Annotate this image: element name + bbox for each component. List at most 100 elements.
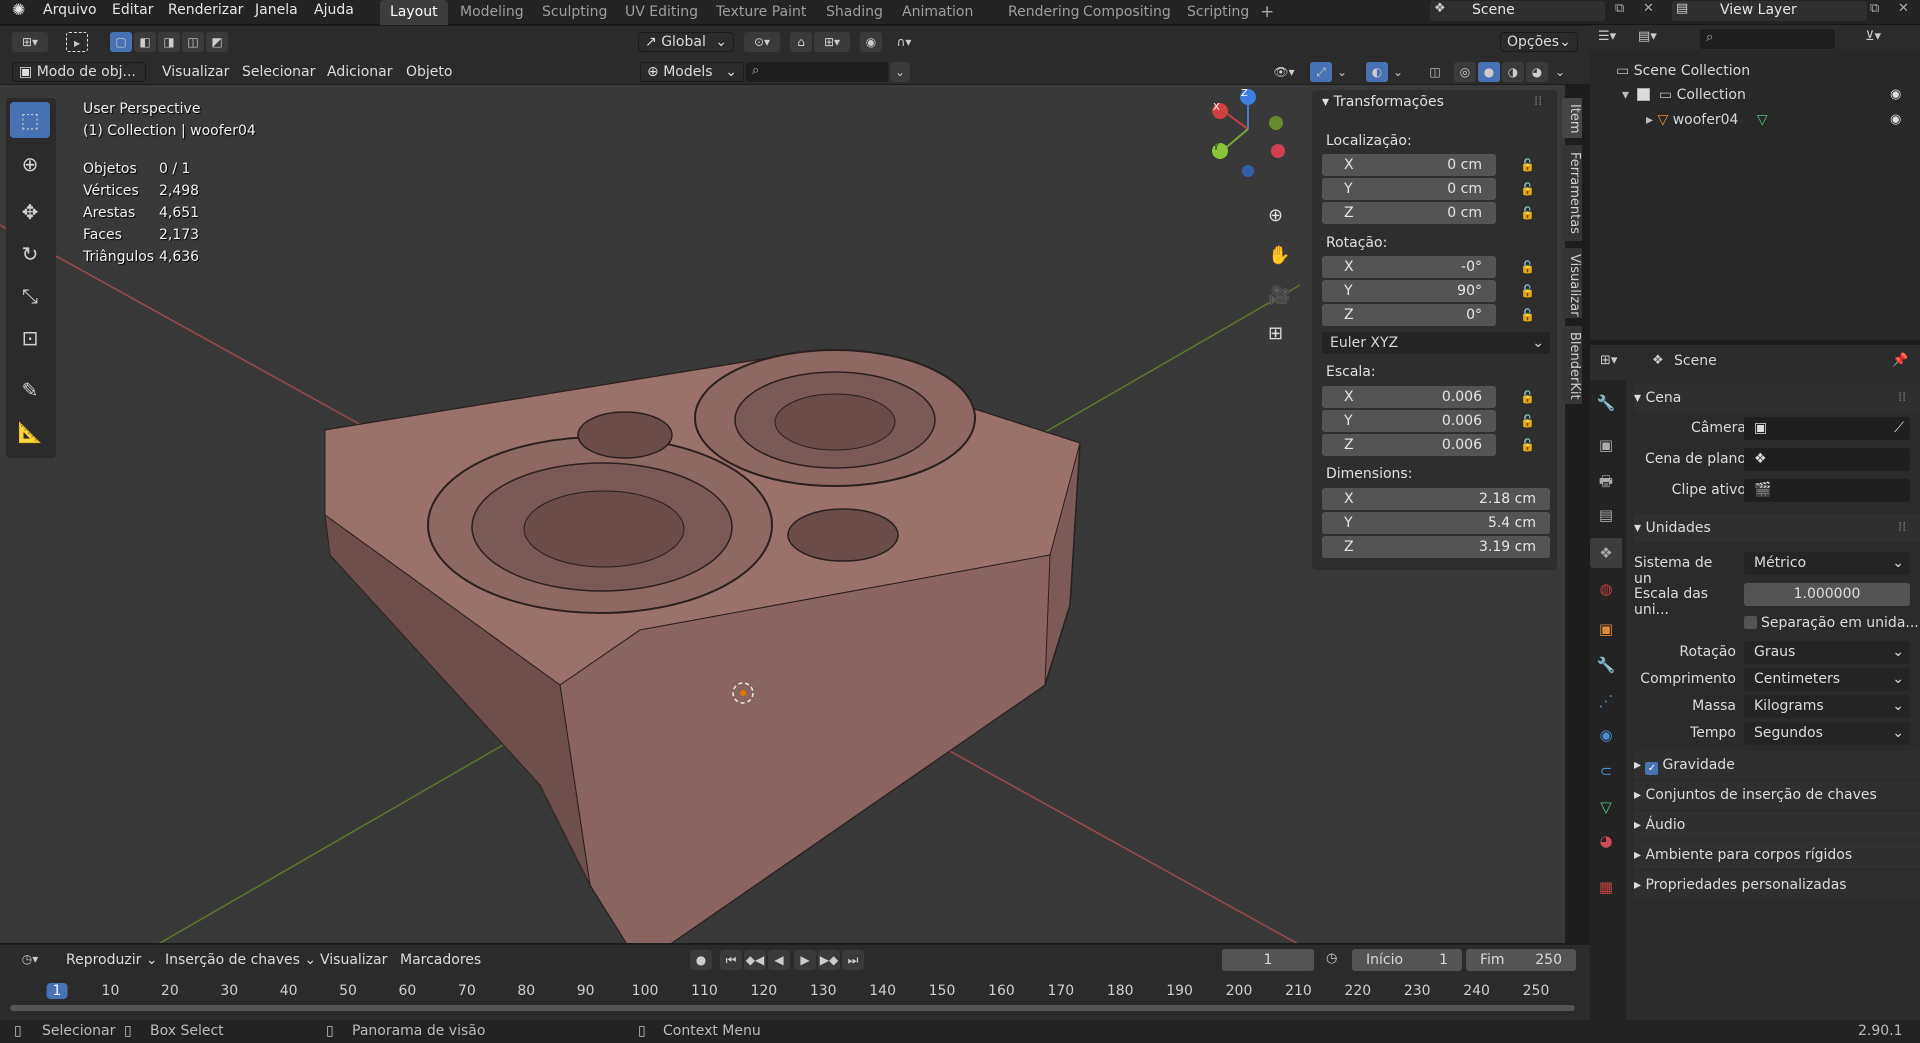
object-row[interactable]: ▸ ▽ woofer04 ▽ [1646,112,1768,128]
gravidade-section-header[interactable]: ▸ ✓ Gravidade [1634,751,1920,779]
frame-tick[interactable]: 110 [691,983,718,999]
object-props-icon[interactable]: ▣ [1590,614,1622,644]
lock-icon[interactable]: 🔓 [1520,182,1535,196]
frame-tick[interactable]: 30 [220,983,238,999]
material-props-icon[interactable]: ◕ [1590,826,1622,856]
tab-layout[interactable]: Layout [380,0,448,25]
collection-filter-dropdown[interactable]: ⊕ Models ⌄ [640,62,744,82]
pan-hand-icon[interactable]: ✋ [1268,245,1290,266]
menu-timeline-visualizar[interactable]: Visualizar [320,950,387,970]
scene-props-icon[interactable]: ❖ [1590,538,1622,568]
tab-rendering[interactable]: Rendering [1008,0,1080,25]
options-dropdown[interactable]: Opções ⌄ [1500,32,1578,52]
scale-z-field[interactable]: Z 0.006 [1322,434,1496,456]
rotation-x-field[interactable]: X -0° [1322,256,1496,278]
menu-ajuda[interactable]: Ajuda [314,0,354,25]
mode-dropdown[interactable]: ▣ Modo de obj... [12,62,146,82]
frame-tick[interactable]: 50 [339,983,357,999]
move-tool-icon[interactable]: ✥ [10,194,50,230]
editor-type-icon[interactable]: ⊞▾ [12,32,48,52]
mesh-data-icon[interactable]: ▽ [1757,112,1768,128]
render-props-icon[interactable]: ▣ [1590,430,1622,460]
proportional-edit-icon[interactable]: ◉ [860,32,882,52]
rotate-tool-icon[interactable]: ↻ [10,236,50,272]
transform-panel-header[interactable]: ▾ Transformações [1322,94,1444,110]
tab-animation[interactable]: Animation [902,0,973,25]
falloff-icon[interactable]: ∩▾ [886,32,922,52]
frame-tick[interactable]: 40 [280,983,298,999]
lock-icon[interactable]: 🔓 [1520,284,1535,298]
orientation-dropdown[interactable]: ↗ Global ⌄ [638,32,734,52]
view-layer-props-icon[interactable]: ▤ [1590,500,1622,530]
select-box-tool-icon[interactable]: ⬚ [10,102,50,138]
gizmo-x-label[interactable]: X [1213,102,1220,113]
scale-x-field[interactable]: X 0.006 [1322,386,1496,408]
select-subtract-icon[interactable]: ◨ [158,32,180,52]
overlays-icon[interactable]: ◐ [1366,62,1388,82]
tool-props-icon[interactable]: 🔧 [1590,388,1622,418]
select-invert-icon[interactable]: ◫ [182,32,204,52]
frame-tick[interactable]: 210 [1285,983,1312,999]
time-units-dropdown[interactable]: Segundos ⌄ [1744,722,1910,745]
frame-tick[interactable]: 70 [458,983,476,999]
frame-tick[interactable]: 90 [577,983,595,999]
end-frame-field[interactable]: Fim 250 [1466,949,1576,971]
current-frame-marker[interactable]: 1 [46,983,68,999]
chevron-down-icon[interactable]: ⌄ [1390,62,1406,82]
frame-tick[interactable]: 60 [399,983,417,999]
output-props-icon[interactable]: 🖶 [1590,466,1622,496]
wireframe-shading-icon[interactable]: ◎ [1454,62,1476,82]
gizmo-z-label[interactable]: Z [1241,88,1248,99]
chevron-down-icon[interactable]: ⌄ [1334,62,1350,82]
prev-keyframe-icon[interactable]: ◆◀ [744,950,766,970]
timeline-scrollbar[interactable] [10,1005,1575,1011]
play-reverse-icon[interactable]: ◀ [768,950,790,970]
xray-icon[interactable]: ◫ [1424,62,1446,82]
scale-y-field[interactable]: Y 0.006 [1322,410,1496,432]
eyedropper-icon[interactable]: ⟋ [1894,417,1904,440]
tab-uv-editing[interactable]: UV Editing [625,0,698,25]
menu-marcadores[interactable]: Marcadores [400,950,481,970]
particles-props-icon[interactable]: ⋰ [1590,686,1622,716]
cena-section-header[interactable]: ▾ Cena [1634,384,1920,412]
filter-icon[interactable]: ⊻▾ [1865,29,1881,44]
lock-icon[interactable]: 🔓 [1520,260,1535,274]
checkbox-icon[interactable] [1744,616,1757,629]
constraint-props-icon[interactable]: ⊂ [1590,756,1622,786]
expand-arrow-icon[interactable]: ▸ [1646,112,1653,128]
material-shading-icon[interactable]: ◑ [1502,62,1524,82]
search-input[interactable]: ⌕ [746,62,888,82]
scene-collection-row[interactable]: ▭ Scene Collection [1616,63,1750,79]
annotate-tool-icon[interactable]: ✎ [10,372,50,408]
next-keyframe-icon[interactable]: ▶◆ [818,950,840,970]
frame-tick[interactable]: 130 [810,983,837,999]
menu-adicionar[interactable]: Adicionar [327,62,392,82]
menu-insercao-chaves[interactable]: Inserção de chaves ⌄ [165,950,316,970]
menu-arquivo[interactable]: Arquivo [43,0,97,25]
collection-row[interactable]: ▾ ▭ Collection [1622,87,1746,103]
rotation-mode-dropdown[interactable]: Euler XYZ ⌄ [1322,332,1550,354]
cursor-tool-icon[interactable]: ⊕ [10,146,50,182]
view-layer-selector[interactable]: ▤ View Layer [1672,1,1867,21]
pin-icon[interactable]: 📌 [1892,353,1908,368]
active-clip-field[interactable]: 🎬 [1744,479,1910,502]
eye-icon[interactable]: ◉ [1890,112,1901,127]
camera-view-icon[interactable]: 🎥 [1268,285,1290,306]
frame-tick[interactable]: 10 [102,983,120,999]
tab-sculpting[interactable]: Sculpting [542,0,607,25]
physics-props-icon[interactable]: ◉ [1590,720,1622,750]
frame-tick[interactable]: 170 [1047,983,1074,999]
tab-shading[interactable]: Shading [826,0,883,25]
scale-tool-icon[interactable]: ⤡ [10,278,50,314]
add-workspace-button[interactable]: + [1260,0,1274,25]
measure-tool-icon[interactable]: 📐 [10,414,50,450]
dimensions-y-field[interactable]: Y 5.4 cm [1322,512,1550,534]
ortho-grid-icon[interactable]: ⊞ [1268,323,1283,344]
select-intersect-icon[interactable]: ◩ [206,32,228,52]
custom-props-section-header[interactable]: ▸ Propriedades personalizadas [1634,871,1920,899]
data-props-icon[interactable]: ▽ [1590,792,1622,822]
menu-selecionar[interactable]: Selecionar [242,62,315,82]
menu-renderizar[interactable]: Renderizar [168,0,243,25]
menu-janela[interactable]: Janela [255,0,298,25]
drag-handle-icon[interactable]: ⁞⁞ [1898,520,1906,535]
